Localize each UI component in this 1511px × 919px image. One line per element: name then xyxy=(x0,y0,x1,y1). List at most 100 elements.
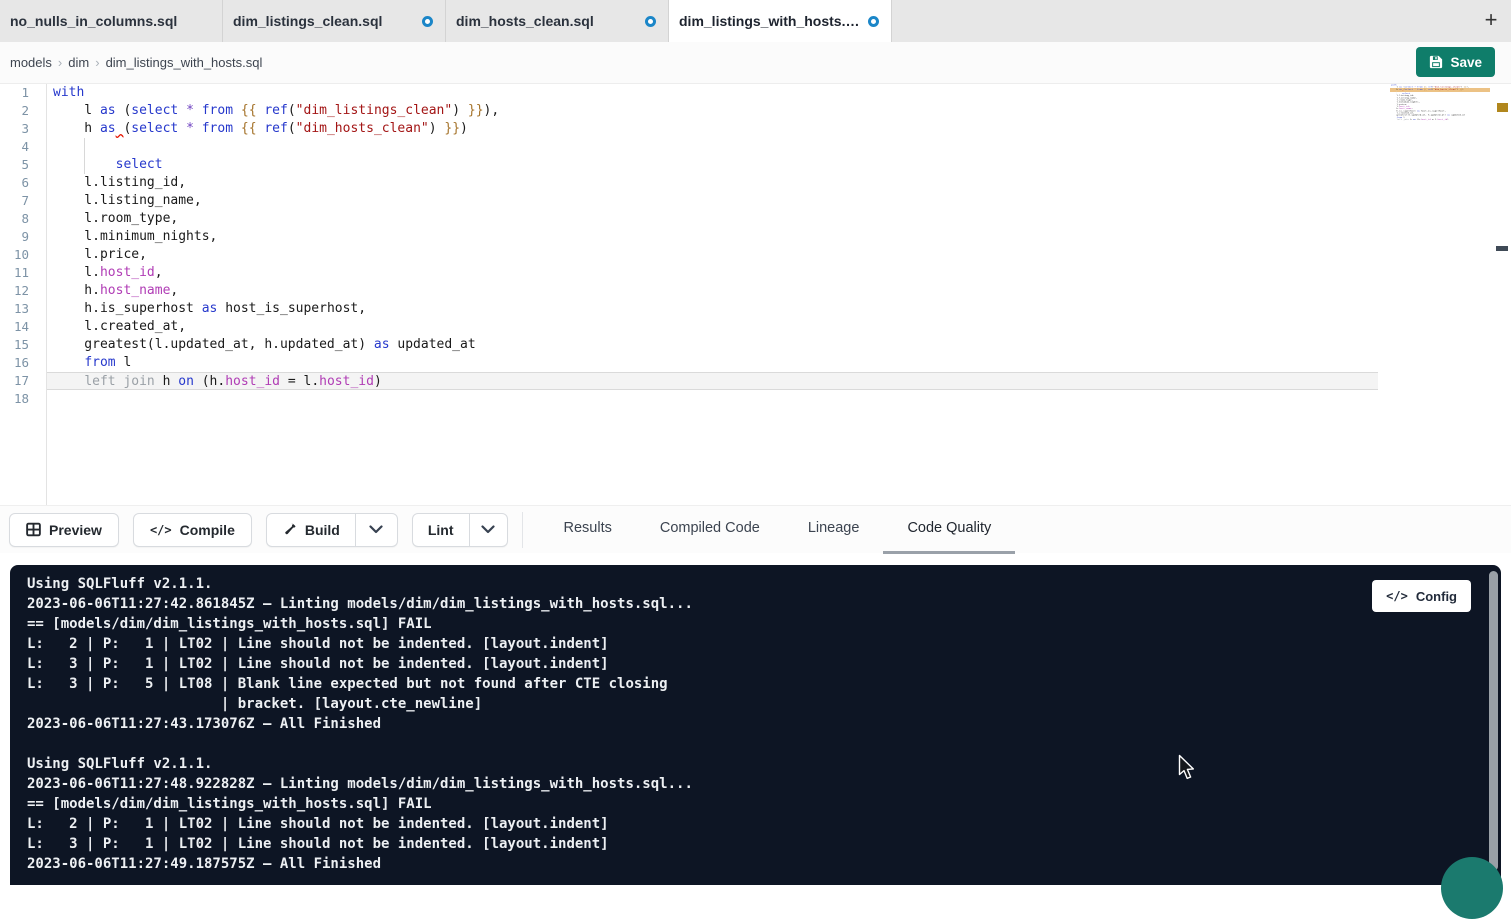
code-line[interactable]: select xyxy=(47,156,1378,174)
panel-tab-code-quality[interactable]: Code Quality xyxy=(883,506,1015,554)
chevron-down-icon xyxy=(369,525,383,534)
editor-tab[interactable]: dim_listings_with_hosts.sql xyxy=(669,0,892,42)
editor-tab[interactable]: dim_listings_clean.sql xyxy=(223,0,446,42)
line-number: 9 xyxy=(0,228,46,246)
terminal-line: Using SQLFluff v2.1.1. xyxy=(27,754,1461,774)
code-line[interactable]: l.price, xyxy=(47,246,1378,264)
code-line[interactable]: left join h on (h.host_id = l.host_id) xyxy=(47,372,1378,390)
hammer-icon xyxy=(282,522,297,537)
line-number: 15 xyxy=(0,336,46,354)
code-line[interactable]: l.listing_id, xyxy=(47,174,1378,192)
code-line[interactable]: h.is_superhost as host_is_superhost, xyxy=(47,300,1378,318)
line-number: 11 xyxy=(0,264,46,282)
line-number: 17 xyxy=(0,372,46,390)
breadcrumb-segment[interactable]: dim_listings_with_hosts.sql xyxy=(106,55,263,70)
minimap-code: with l as (select * from {{ ref("dim_lis… xyxy=(1390,84,1490,123)
code-line[interactable]: h.host_name, xyxy=(47,282,1378,300)
code-line[interactable]: greatest(l.updated_at, h.updated_at) as … xyxy=(47,336,1378,354)
editor-minimap[interactable]: with l as (select * from {{ ref("dim_lis… xyxy=(1390,84,1490,234)
lint-split-button: Lint xyxy=(412,513,508,547)
code-editor[interactable]: 123456789101112131415161718 with l as (s… xyxy=(0,84,1511,505)
save-button-label: Save xyxy=(1450,55,1482,70)
editor-tab[interactable]: dim_hosts_clean.sql xyxy=(446,0,669,42)
line-number: 7 xyxy=(0,192,46,210)
code-line[interactable] xyxy=(1390,121,1490,123)
tab-label: dim_listings_with_hosts.sql xyxy=(679,13,860,29)
code-line[interactable]: l as (select * from {{ ref("dim_listings… xyxy=(47,102,1378,120)
code-line[interactable]: from l xyxy=(47,354,1378,372)
line-number: 18 xyxy=(0,390,46,408)
lint-button[interactable]: Lint xyxy=(413,514,469,546)
build-button[interactable]: Build xyxy=(267,514,355,546)
terminal-line: == [models/dim/dim_listings_with_hosts.s… xyxy=(27,794,1461,814)
lint-button-label: Lint xyxy=(428,522,454,538)
build-dropdown-button[interactable] xyxy=(355,514,397,546)
help-bubble-button[interactable] xyxy=(1441,857,1503,919)
code-line[interactable] xyxy=(47,138,1378,156)
code-line[interactable]: l.created_at, xyxy=(47,318,1378,336)
terminal-line: == [models/dim/dim_listings_with_hosts.s… xyxy=(27,614,1461,634)
code-area[interactable]: with l as (select * from {{ ref("dim_lis… xyxy=(47,84,1378,408)
indent-guide xyxy=(84,138,85,156)
terminal-line: 2023-06-06T11:27:48.922828Z — Linting mo… xyxy=(27,774,1461,794)
panel-tab-lineage[interactable]: Lineage xyxy=(784,506,884,554)
code-line[interactable]: l.room_type, xyxy=(47,210,1378,228)
editor-tab[interactable]: no_nulls_in_columns.sql xyxy=(0,0,223,42)
scrollbar-position-marker xyxy=(1496,246,1508,251)
preview-grid-icon xyxy=(26,522,41,537)
code-line[interactable]: l.minimum_nights, xyxy=(47,228,1378,246)
modified-dot-icon xyxy=(645,16,656,27)
editor-tabbar: no_nulls_in_columns.sql dim_listings_clea… xyxy=(0,0,1511,42)
terminal-scrollbar[interactable] xyxy=(1489,571,1498,871)
terminal-line: L: 3 | P: 5 | LT08 | Blank line expected… xyxy=(27,674,1461,694)
terminal-line: 2023-06-06T11:27:42.861845Z — Linting mo… xyxy=(27,594,1461,614)
modified-dot-icon xyxy=(868,16,879,27)
preview-button[interactable]: Preview xyxy=(9,513,119,547)
line-number: 8 xyxy=(0,210,46,228)
config-button-label: Config xyxy=(1416,589,1457,604)
panel-tab-results[interactable]: Results xyxy=(540,506,636,554)
terminal-line: L: 3 | P: 1 | LT02 | Line should not be … xyxy=(27,654,1461,674)
code-line[interactable]: with xyxy=(47,84,1378,102)
terminal-line xyxy=(27,734,1461,754)
build-split-button: Build xyxy=(266,513,398,547)
code-line[interactable]: l.listing_name, xyxy=(47,192,1378,210)
modified-dot-icon xyxy=(422,16,433,27)
code-brackets-icon: </> xyxy=(150,523,172,537)
line-number: 3 xyxy=(0,120,46,138)
line-number: 14 xyxy=(0,318,46,336)
lint-output-terminal: Using SQLFluff v2.1.1.2023-06-06T11:27:4… xyxy=(10,565,1501,885)
terminal-line: 2023-06-06T11:27:43.173076Z — All Finish… xyxy=(27,714,1461,734)
line-number: 16 xyxy=(0,354,46,372)
chevron-right-icon: › xyxy=(95,55,99,70)
new-tab-button[interactable]: + xyxy=(1477,6,1505,34)
scrollbar-warning-marker xyxy=(1497,103,1508,112)
terminal-line: L: 3 | P: 1 | LT02 | Line should not be … xyxy=(27,834,1461,854)
editor-gutter: 123456789101112131415161718 xyxy=(0,84,47,505)
breadcrumb: models › dim › dim_listings_with_hosts.sql xyxy=(10,55,262,70)
line-number: 5 xyxy=(0,156,46,174)
preview-button-label: Preview xyxy=(49,522,102,538)
compile-button[interactable]: </> Compile xyxy=(133,513,252,547)
line-number: 10 xyxy=(0,246,46,264)
tab-label: no_nulls_in_columns.sql xyxy=(10,13,177,29)
terminal-line: L: 2 | P: 1 | LT02 | Line should not be … xyxy=(27,814,1461,834)
lint-dropdown-button[interactable] xyxy=(469,514,507,546)
chevron-right-icon: › xyxy=(58,55,62,70)
code-brackets-icon: </> xyxy=(1386,589,1408,603)
breadcrumb-segment[interactable]: models xyxy=(10,55,52,70)
breadcrumb-bar: models › dim › dim_listings_with_hosts.sql S… xyxy=(0,42,1511,84)
panel-tab-compiled-code[interactable]: Compiled Code xyxy=(636,506,784,554)
line-number: 2 xyxy=(0,102,46,120)
terminal-line: 2023-06-06T11:27:49.187575Z — All Finish… xyxy=(27,854,1461,874)
save-button[interactable]: Save xyxy=(1416,47,1495,77)
line-number: 13 xyxy=(0,300,46,318)
terminal-line: L: 2 | P: 1 | LT02 | Line should not be … xyxy=(27,634,1461,654)
breadcrumb-segment[interactable]: dim xyxy=(68,55,89,70)
config-button[interactable]: </> Config xyxy=(1372,580,1471,612)
build-button-label: Build xyxy=(305,522,340,538)
code-line[interactable] xyxy=(47,390,1378,408)
code-line[interactable]: l.host_id, xyxy=(47,264,1378,282)
tab-label: dim_hosts_clean.sql xyxy=(456,13,594,29)
code-line[interactable]: h as (select * from {{ ref("dim_hosts_cl… xyxy=(47,120,1378,138)
